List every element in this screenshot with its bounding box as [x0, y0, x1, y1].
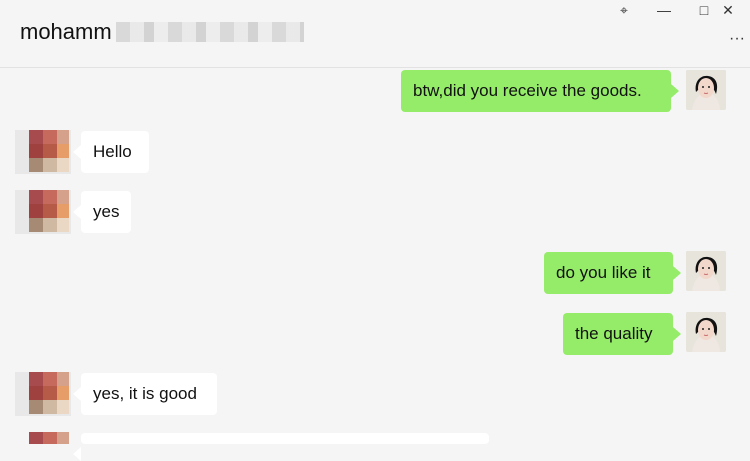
outgoing-message-bubble[interactable]: the quality: [563, 313, 681, 355]
self-avatar-image: [686, 70, 726, 110]
incoming-message-bubble[interactable]: yes, it is good: [73, 373, 217, 415]
close-icon: ✕: [722, 2, 734, 18]
incoming-message-bubble[interactable]: yes: [73, 191, 131, 233]
message-row: yes, it is good: [0, 372, 750, 416]
chat-title: mohamm: [20, 18, 304, 46]
message-text: yes, it is good: [93, 384, 197, 403]
redacted-name-mask: [116, 22, 304, 42]
message-row: btw,did you receive the goods.: [0, 70, 750, 114]
peer-avatar[interactable]: [29, 432, 69, 444]
more-icon: ···: [729, 30, 745, 47]
message-text: the quality: [575, 324, 653, 343]
chat-title-text: mohamm: [20, 19, 112, 44]
peer-avatar[interactable]: [29, 372, 69, 414]
message-row: do you like it: [0, 251, 750, 295]
self-avatar-image: [686, 251, 726, 291]
close-button[interactable]: ✕: [708, 0, 748, 22]
message-row-partial: [0, 432, 750, 461]
message-row: Hello: [0, 130, 750, 174]
pin-button[interactable]: ⌖: [604, 0, 644, 22]
more-options-button[interactable]: ···: [726, 30, 748, 48]
minimize-button[interactable]: —: [644, 0, 684, 22]
self-avatar[interactable]: [686, 312, 726, 352]
self-avatar[interactable]: [686, 251, 726, 291]
pin-icon: ⌖: [620, 2, 628, 18]
minimize-icon: —: [657, 2, 671, 18]
chat-header: mohamm ⌖ — □ ✕ ···: [0, 0, 750, 68]
message-text: yes: [93, 202, 120, 221]
message-text: Hello: [93, 142, 132, 161]
outgoing-message-bubble[interactable]: btw,did you receive the goods.: [401, 70, 679, 112]
incoming-message-bubble[interactable]: Hello: [73, 131, 149, 173]
self-avatar[interactable]: [686, 70, 726, 110]
peer-avatar[interactable]: [29, 190, 69, 232]
message-row: yes: [0, 190, 750, 234]
message-row: the quality: [0, 312, 750, 356]
self-avatar-image: [686, 312, 726, 352]
outgoing-message-bubble[interactable]: do you like it: [544, 252, 681, 294]
message-text: btw,did you receive the goods.: [413, 81, 642, 100]
peer-avatar[interactable]: [29, 130, 69, 172]
incoming-message-bubble[interactable]: [73, 433, 489, 461]
message-text: do you like it: [556, 263, 651, 282]
maximize-icon: □: [699, 2, 709, 18]
